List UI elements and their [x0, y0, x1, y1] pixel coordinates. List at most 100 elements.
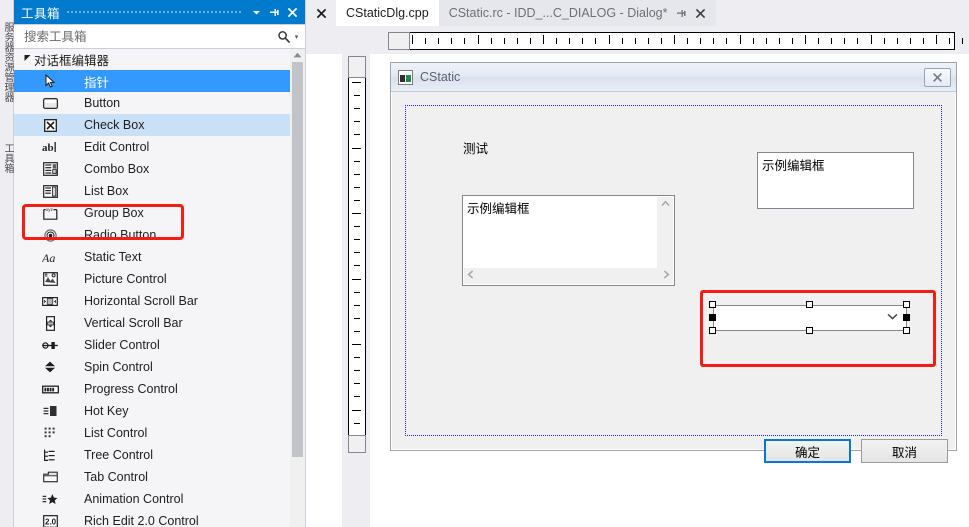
ruler-tick	[936, 35, 937, 44]
dialog-design-canvas[interactable]: CStatic 测试 示例编辑框 示例编辑框 确定 取消	[370, 54, 969, 527]
dialog-edit-control-right[interactable]: 示例编辑框	[757, 152, 914, 209]
edit-horizontal-scrollbar[interactable]	[464, 268, 673, 284]
ruler-tick	[354, 291, 360, 293]
toolbox-item-tree-control[interactable]: Tree Control	[14, 444, 305, 466]
editor-tab-label: CStaticDlg.cpp	[346, 6, 429, 20]
toolbox-item-check-box[interactable]: Check Box	[14, 114, 305, 136]
ruler-tick	[674, 35, 675, 44]
selection-handle-top-center[interactable]	[806, 301, 813, 308]
toolbox-item-slider-control[interactable]: Slider Control	[14, 334, 305, 356]
toolbox-item-radio-button[interactable]: Radio Button	[14, 224, 305, 246]
scroll-right-arrow-icon[interactable]	[663, 270, 670, 282]
dialog-edit-right-text: 示例编辑框	[762, 159, 825, 173]
selection-handle-bottom-right[interactable]	[903, 327, 910, 334]
ruler-tick	[354, 265, 360, 267]
ruler-tick	[354, 370, 360, 372]
toolbox-item-label: Vertical Scroll Bar	[84, 316, 183, 330]
toolbox-item-pointer[interactable]: 指针	[14, 70, 305, 92]
toolbox-title-label: 工具箱	[21, 6, 61, 21]
toolbox-item-label: Spin Control	[84, 360, 153, 374]
ruler-tick	[805, 35, 806, 44]
vertical-tab-toolbox[interactable]: 工具箱	[0, 132, 14, 184]
chevron-down-icon[interactable]	[247, 3, 265, 21]
designed-dialog[interactable]: CStatic 测试 示例编辑框 示例编辑框 确定 取消	[390, 62, 957, 463]
ruler-tick	[791, 38, 793, 44]
chevron-down-icon[interactable]	[887, 313, 898, 323]
search-dropdown-caret[interactable]: ▾	[292, 33, 301, 41]
vertical-ruler-guide-handle-bottom[interactable]	[348, 435, 366, 453]
ruler-tick	[354, 304, 360, 306]
svg-text:2.0: 2.0	[45, 517, 57, 526]
expander-arrow-icon[interactable]	[20, 49, 34, 70]
selection-handle-bottom-left[interactable]	[709, 327, 716, 334]
pointer-icon	[40, 73, 60, 89]
ruler-tick	[451, 38, 453, 44]
ruler-tick	[831, 38, 833, 44]
ruler-tick	[726, 38, 728, 44]
dialog-edit-control-left[interactable]: 示例编辑框	[462, 195, 675, 286]
dialog-caption-bar[interactable]: CStatic	[391, 63, 956, 92]
toolbox-item-list-control[interactable]: List Control	[14, 422, 305, 444]
toolbox-item-combo-box[interactable]: Combo Box	[14, 158, 305, 180]
toolbox-item-progress-control[interactable]: Progress Control	[14, 378, 305, 400]
pin-icon[interactable]	[265, 3, 283, 21]
toolbox-search-bar[interactable]: ▾	[14, 24, 305, 49]
dialog-ok-button[interactable]: 确定	[764, 439, 851, 463]
toolbox-item-button[interactable]: Button	[14, 92, 305, 114]
toolbox-item-tab-control[interactable]: Tab Control	[14, 466, 305, 488]
ruler-tick	[700, 38, 702, 44]
listbox-icon	[40, 183, 60, 199]
selection-handle-bottom-center[interactable]	[806, 327, 813, 334]
dialog-static-text-test[interactable]: 测试	[463, 138, 488, 157]
ruler-tick	[896, 38, 898, 44]
toolbox-scrollbar[interactable]	[290, 49, 305, 527]
selection-handle-middle-left[interactable]	[709, 314, 716, 321]
dialog-close-button[interactable]	[924, 67, 951, 87]
close-all-tabs-icon[interactable]	[306, 0, 336, 26]
toolbox-item-list-box[interactable]: List Box	[14, 180, 305, 202]
selection-handle-middle-right[interactable]	[903, 314, 910, 321]
ruler-tick	[529, 38, 531, 44]
toolbox-item-spin-control[interactable]: Spin Control	[14, 356, 305, 378]
scroll-left-arrow-icon[interactable]	[467, 270, 474, 282]
toolbox-item-picture-control[interactable]: Picture Control	[14, 268, 305, 290]
toolbox-item-label: Slider Control	[84, 338, 160, 352]
toolbox-drag-dots[interactable]	[66, 0, 241, 24]
scroll-up-arrow-icon[interactable]	[290, 49, 305, 60]
pin-icon[interactable]	[676, 8, 687, 19]
ruler-tick	[352, 409, 361, 411]
vertical-ruler-guide-handle-top[interactable]	[348, 56, 366, 78]
dialog-app-icon	[398, 69, 413, 85]
toolbox-item-horizontal-scroll-bar[interactable]: Horizontal Scroll Bar	[14, 290, 305, 312]
toolbox-item-rich-edit-control[interactable]: 2.0 Rich Edit 2.0 Control	[14, 510, 305, 527]
search-icon[interactable]	[276, 30, 292, 44]
close-icon[interactable]	[283, 3, 301, 21]
animation-icon	[40, 491, 60, 507]
selection-handle-top-left[interactable]	[709, 301, 716, 308]
scrollbar-thumb[interactable]	[292, 62, 303, 457]
vertical-ruler[interactable]	[342, 54, 370, 527]
toolbox-item-static-text[interactable]: Aa Static Text	[14, 246, 305, 268]
close-icon[interactable]	[695, 8, 706, 19]
visual-studio-window: 服务器资源管理器 工具箱 工具箱 搜索工具箱 ▾ 对话框编辑器 指针 Butto…	[0, 0, 969, 527]
ruler-tick	[354, 396, 360, 398]
toolbox-item-edit-control[interactable]: ab Edit Control	[14, 136, 305, 158]
search-input[interactable]	[22, 28, 276, 45]
tree-icon	[40, 447, 60, 463]
selection-handle-top-right[interactable]	[903, 301, 910, 308]
editor-tab-cstatic-rc-dialog[interactable]: CStatic.rc - IDD_...C_DIALOG - Dialog*	[438, 0, 716, 26]
dialog-cancel-button[interactable]: 取消	[861, 439, 948, 463]
toolbox-item-hot-key[interactable]: Hot Key	[14, 400, 305, 422]
toolbox-item-vertical-scroll-bar[interactable]: Vertical Scroll Bar	[14, 312, 305, 334]
vertical-tab-server-explorer[interactable]: 服务器资源管理器	[0, 2, 14, 122]
groupbox-icon: xyz	[40, 205, 60, 221]
ruler-tick	[425, 38, 427, 44]
horizontal-ruler[interactable]	[306, 26, 969, 54]
scroll-up-arrow-icon[interactable]	[660, 199, 670, 210]
toolbox-item-animation-control[interactable]: Animation Control	[14, 488, 305, 510]
horizontal-ruler-guide-handle[interactable]	[388, 32, 410, 50]
docked-tab-strip: 服务器资源管理器 工具箱	[0, 0, 14, 527]
toolbox-item-group-box[interactable]: xyz Group Box	[14, 202, 305, 224]
toolbox-category-dialog-editor[interactable]: 对话框编辑器	[14, 49, 305, 70]
editor-tab-cstaticdlg-cpp[interactable]: CStaticDlg.cpp	[336, 0, 439, 26]
